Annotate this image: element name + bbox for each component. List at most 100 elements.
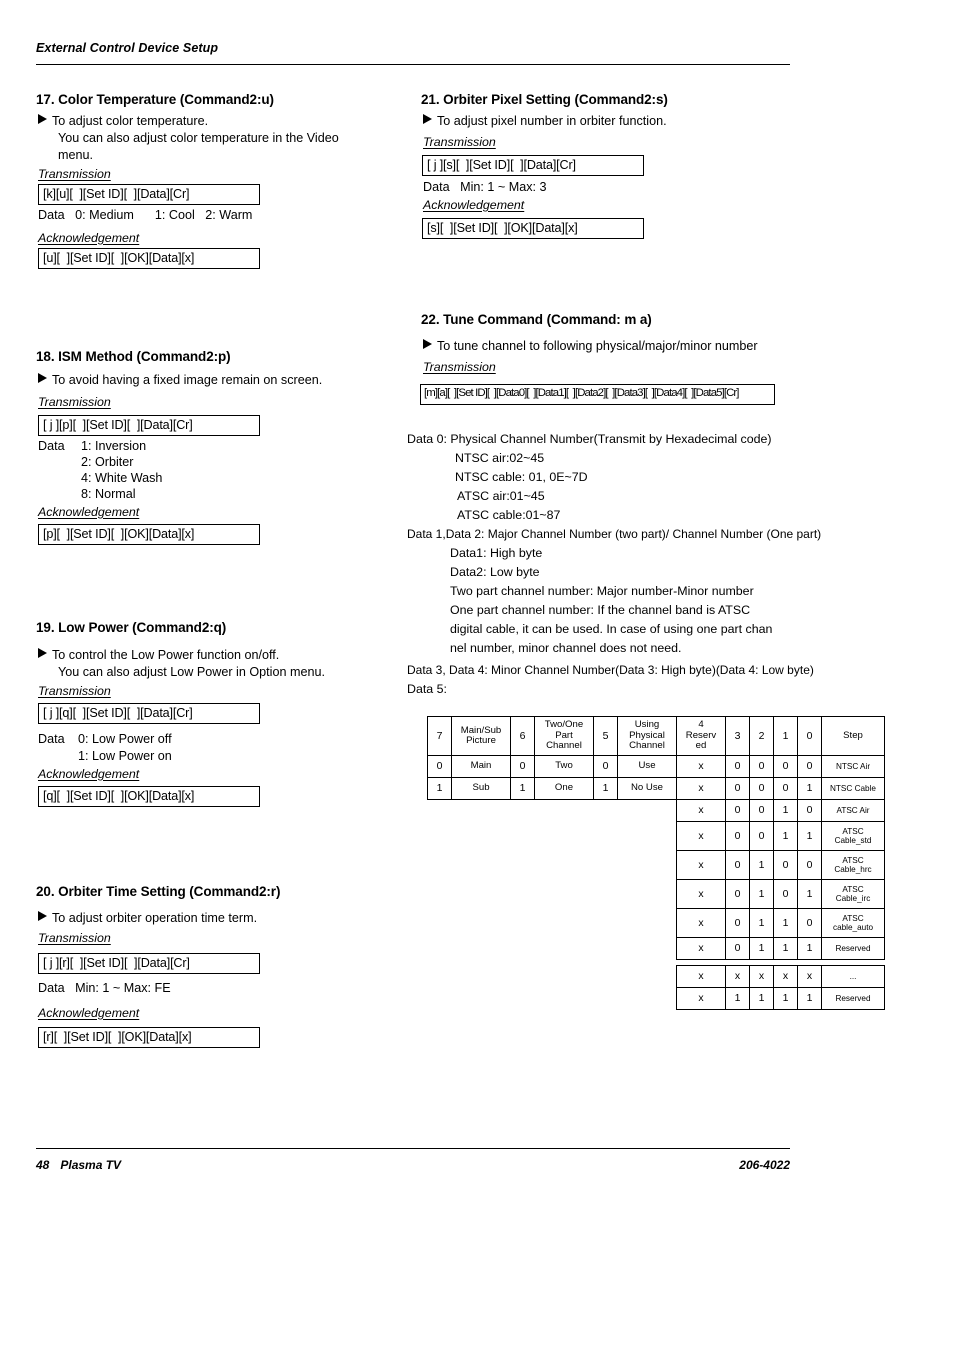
table-cell: Use [617, 755, 677, 778]
table-cell: 0 [725, 908, 750, 938]
header-divider [36, 64, 790, 65]
section-18-data-option-0: 1: Inversion [81, 439, 147, 453]
table-cell: x [725, 965, 750, 988]
table-cell: 0 [725, 937, 750, 960]
table-cell: x [676, 987, 726, 1010]
section-22-data0-title: Data 0: Physical Channel Number(Transmit… [407, 432, 772, 446]
section-20-data-note: Data Min: 1 ~ Max: FE [38, 981, 171, 995]
section-19-bullet: To control the Low Power function on/off… [38, 647, 378, 664]
table-cell: 1 [749, 937, 774, 960]
section-22-data12-item-2: Two part channel number: Major number-Mi… [450, 584, 754, 598]
section-21-data-note: Data Min: 1 ~ Max: 3 [423, 180, 547, 194]
table-cell: 0 [749, 821, 774, 851]
table-cell: Two [534, 755, 594, 778]
section-17-ack-code: [u][ ][Set ID][ ][OK][Data][x] [38, 248, 260, 269]
triangle-bullet-icon [38, 114, 47, 124]
table-cell: x [676, 908, 726, 938]
table-cell: ATSC Cable_std [821, 821, 885, 851]
table-cell: x [676, 879, 726, 909]
table-cell: 1 [797, 777, 822, 800]
section-19-data-option-0: 0: Low Power off [78, 732, 172, 746]
section-21-ack-label: Acknowledgement [423, 198, 525, 212]
table-cell: ATSC Cable_irc [821, 879, 885, 909]
table-cell: 1 [797, 879, 822, 909]
table-cell: ATSC Air [821, 799, 885, 822]
section-22-data12-title: Data 1,Data 2: Major Channel Number (two… [407, 527, 822, 541]
section-21-ack-code: [s][ ][Set ID][ ][OK][Data][x] [422, 218, 644, 239]
table-cell: ATSC cable_auto [821, 908, 885, 938]
table-cell: 0 [427, 755, 452, 778]
section-22-title: 22. Tune Command (Command: m a) [421, 312, 652, 327]
section-17-bullet-line3: menu. [58, 148, 94, 162]
cell-step-header: Step [821, 716, 885, 756]
section-22-data12-item-3: One part channel number: If the channel … [450, 603, 751, 617]
table-cell: Main [451, 755, 511, 778]
table-cell: x [797, 965, 822, 988]
section-18-transmission-code: [ j ][p][ ][Set ID][ ][Data][Cr] [38, 415, 260, 436]
table-row: x 0 0 1 1 ATSC Cable_std [428, 821, 885, 851]
cell-using-phys: Using Physical Channel [617, 716, 677, 756]
section-22-data0-item-1: NTSC cable: 01, 0E~7D [455, 470, 588, 484]
table-cell: 1 [773, 987, 798, 1010]
table-cell: 1 [773, 908, 798, 938]
cell-main-sub: Main/Sub Picture [451, 716, 511, 756]
triangle-bullet-icon [423, 339, 432, 349]
section-18-bullet: To avoid having a fixed image remain on … [38, 372, 378, 389]
section-19-bullet-line2: You can also adjust Low Power in Option … [58, 665, 325, 679]
section-21-bullet-line1: To adjust pixel number in orbiter functi… [437, 114, 667, 128]
table-cell: 1 [725, 987, 750, 1010]
section-19-bullet-line1: To control the Low Power function on/off… [52, 648, 280, 662]
table-cell: 0 [725, 879, 750, 909]
section-22-data12-item-1: Data2: Low byte [450, 565, 540, 579]
cell-bit-3: 3 [725, 716, 750, 756]
section-18-ack-code: [p][ ][Set ID][ ][OK][Data][x] [38, 524, 260, 545]
section-17-bullet-line2: You can also adjust color temperature in… [58, 131, 339, 145]
table-cell: 1 [773, 937, 798, 960]
section-19-transmission-code: [ j ][q][ ][Set ID][ ][Data][Cr] [38, 703, 260, 724]
table-cell: x [676, 965, 726, 988]
table-cell: ... [821, 965, 885, 988]
section-21-transmission-code: [ j ][s][ ][Set ID][ ][Data][Cr] [422, 155, 644, 176]
table-cell: Sub [451, 777, 511, 800]
table-cell: x [676, 821, 726, 851]
section-22-data12-item-0: Data1: High byte [450, 546, 543, 560]
section-20-bullet: To adjust orbiter operation time term. [38, 910, 378, 927]
cell-bit-2: 2 [749, 716, 774, 756]
table-cell: 0 [725, 850, 750, 880]
section-17-title: 17. Color Temperature (Command2:u) [36, 92, 274, 107]
section-22-data0-item-2: ATSC air:01~45 [457, 489, 545, 503]
triangle-bullet-icon [38, 648, 47, 658]
table-cell: x [676, 755, 726, 778]
footer-page-number: 48 [36, 1158, 50, 1172]
table-row: 0 Main 0 Two 0 Use x 0 0 0 0 NTSC Air [427, 755, 885, 778]
table-cell: 1 [773, 799, 798, 822]
section-19-ack-label: Acknowledgement [38, 767, 140, 781]
data5-bit-table: 7 Main/Sub Picture 6 Two/One Part Channe… [427, 716, 885, 1010]
triangle-bullet-icon [423, 114, 432, 124]
table-cell: 1 [749, 908, 774, 938]
table-cell: 0 [773, 879, 798, 909]
table-cell: 0 [749, 755, 774, 778]
cell-bit-4-res: 4 Reserv ed [676, 716, 726, 756]
triangle-bullet-icon [38, 373, 47, 383]
table-cell: 0 [749, 799, 774, 822]
table-cell: NTSC Air [821, 755, 885, 778]
section-17-bullet-line1: To adjust color temperature. [52, 114, 209, 128]
section-22-bullet-line1: To tune channel to following physical/ma… [437, 339, 758, 353]
cell-bit-5: 5 [593, 716, 618, 756]
footer-doc-code: 206-4022 [739, 1158, 790, 1172]
table-cell: 0 [593, 755, 618, 778]
table-cell: 0 [797, 799, 822, 822]
section-19-data-label: Data [38, 732, 65, 746]
table-cell: 1 [797, 987, 822, 1010]
triangle-bullet-icon [38, 911, 47, 921]
table-cell: ATSC Cable_hrc [821, 850, 885, 880]
table-cell: No Use [617, 777, 677, 800]
section-18-data-option-1: 2: Orbiter [81, 455, 134, 469]
table-cell: 1 [427, 777, 452, 800]
section-20-transmission-label: Transmission [38, 931, 111, 945]
manual-page: External Control Device Setup 17. Color … [0, 0, 954, 1351]
section-17-ack-label: Acknowledgement [38, 231, 140, 245]
section-22-data12-item-5: nel number, minor channel does not need. [450, 641, 682, 655]
section-21-bullet: To adjust pixel number in orbiter functi… [423, 113, 783, 130]
